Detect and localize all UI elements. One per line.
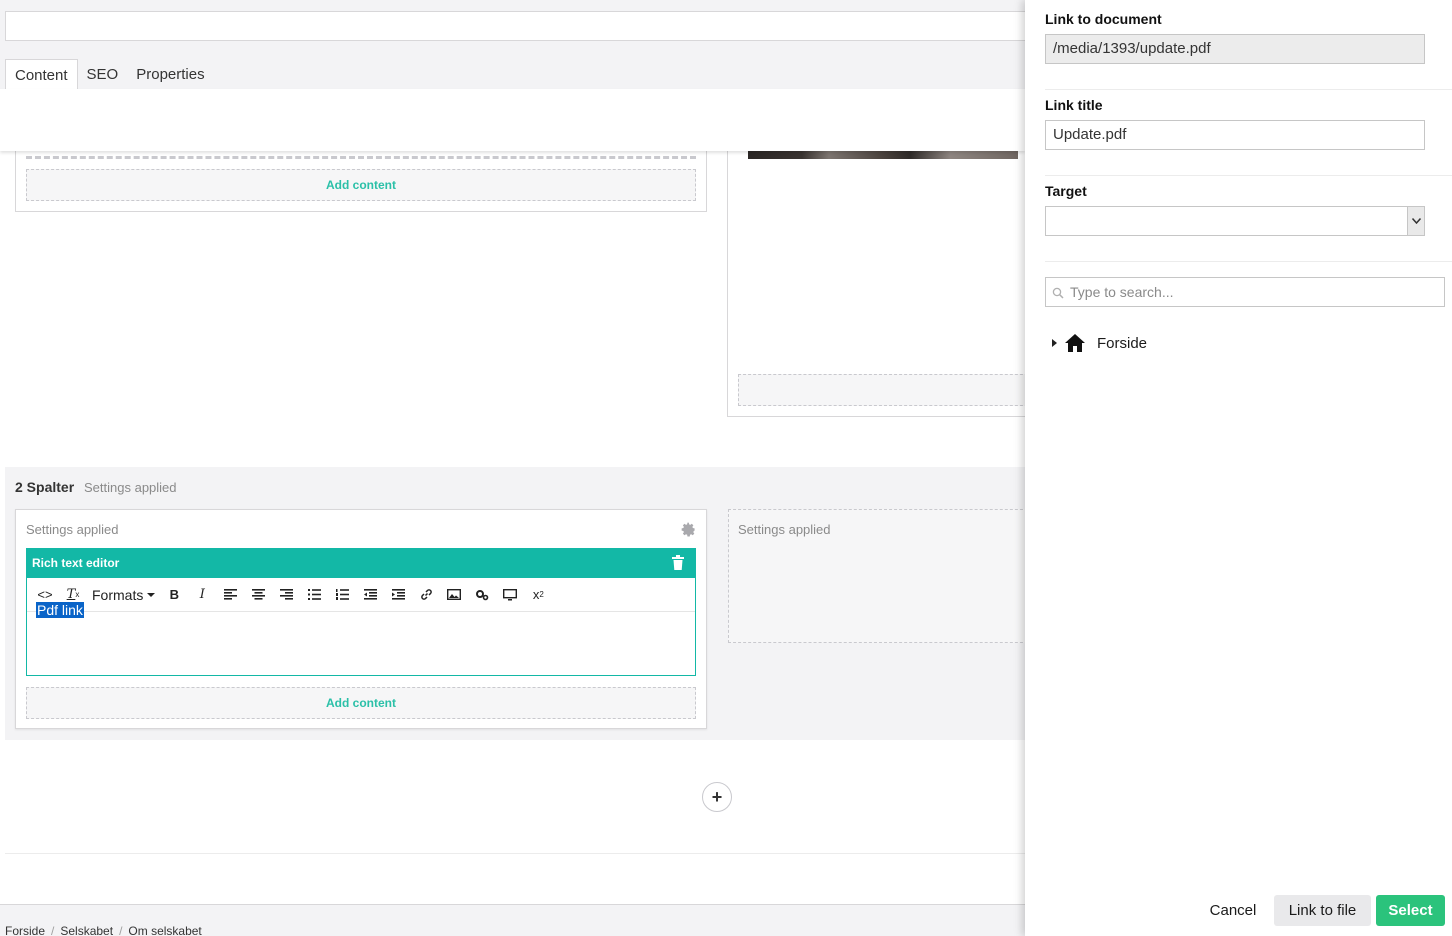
target-label: Target [1045,183,1087,199]
embed-icon[interactable] [496,582,524,608]
row-settings-label: Settings applied [84,480,177,495]
rte-header: Rich text editor [26,548,696,578]
link-picker-panel: Link to document /media/1393/update.pdf … [1025,0,1452,936]
breadcrumb-item[interactable]: Forside [5,924,45,936]
rte-toolbar: <> Tx Formats B I x 2 [27,578,695,612]
divider [1045,175,1452,176]
editor-tabs: Content SEO Properties [5,59,214,90]
add-content-button[interactable]: Add content [26,687,696,719]
divider [1045,261,1452,262]
macro-icon[interactable] [468,582,496,608]
divider [5,853,1025,854]
trash-icon[interactable] [672,555,684,570]
bullet-list-icon[interactable] [300,582,328,608]
formats-dropdown[interactable]: Formats [87,582,160,608]
document-name-input[interactable] [5,11,1025,41]
indent-icon[interactable] [384,582,412,608]
rte-body: <> Tx Formats B I x 2 Pdf link [26,578,696,676]
add-row-button[interactable]: + [702,782,732,812]
select-button[interactable]: Select [1376,895,1445,926]
grid-cell-right[interactable]: Settings applied [728,509,1025,643]
search-input[interactable] [1070,281,1440,303]
tree-item-label: Forside [1097,334,1148,352]
tab-content[interactable]: Content [5,59,78,90]
breadcrumb-item[interactable]: Selskabet [60,924,113,936]
grid-row-2-spalter: 2 Spalter Settings applied Settings appl… [5,467,1025,740]
content-editor: Content SEO Properties Add content 2 Spa… [0,0,1025,936]
link-url-field[interactable]: /media/1393/update.pdf [1045,34,1425,64]
plus-icon: + [711,786,723,807]
footer-bar: Forside / Selskabet / Om selskabet [0,904,1025,936]
link-icon[interactable] [412,582,440,608]
add-content-button[interactable]: Add content [26,169,696,201]
breadcrumb-separator: / [51,924,55,936]
numbered-list-icon[interactable] [328,582,356,608]
breadcrumb-separator: / [119,924,123,936]
selected-text[interactable]: Pdf link [36,602,84,618]
home-icon [1065,334,1085,352]
chevron-down-icon[interactable] [1407,207,1424,235]
link-to-file-button[interactable]: Link to file [1274,895,1371,926]
link-title-field[interactable]: Update.pdf [1045,120,1425,150]
divider [1045,89,1452,90]
link-title-label: Link title [1045,97,1103,113]
gear-icon[interactable] [681,522,696,537]
add-content-button[interactable] [738,374,1025,406]
outdent-icon[interactable] [356,582,384,608]
row-title: 2 Spalter [15,479,75,495]
rte-content[interactable]: Pdf link [36,602,84,620]
breadcrumb: Forside / Selskabet / Om selskabet [5,924,202,936]
tree-item-forside[interactable]: Forside [1052,332,1147,354]
link-to-document-label: Link to document [1045,11,1162,27]
rte-title: Rich text editor [32,556,120,570]
align-center-icon[interactable] [244,582,272,608]
chevron-down-icon [147,592,156,597]
tab-seo[interactable]: SEO [78,59,128,90]
cell-settings-label: Settings applied [26,522,119,537]
cancel-button[interactable]: Cancel [1200,895,1266,926]
sticky-header-spacer [0,89,1025,151]
formats-label: Formats [92,586,144,603]
cell-settings-label: Settings applied [738,522,831,537]
dashed-placeholder [26,151,696,159]
grid-cell-left: Settings applied Rich text editor <> Tx … [15,509,707,729]
align-left-icon[interactable] [216,582,244,608]
target-select[interactable] [1045,206,1425,236]
superscript-icon[interactable]: x2 [524,582,552,608]
align-right-icon[interactable] [272,582,300,608]
bold-icon[interactable]: B [160,582,188,608]
image-icon[interactable] [440,582,468,608]
search-box [1045,277,1445,307]
italic-icon[interactable]: I [188,582,216,608]
search-icon [1052,287,1064,299]
grid-cell-right-top [727,140,1025,417]
expand-caret-icon[interactable] [1052,339,1057,347]
breadcrumb-item[interactable]: Om selskabet [128,924,201,936]
tab-properties[interactable]: Properties [127,59,213,90]
